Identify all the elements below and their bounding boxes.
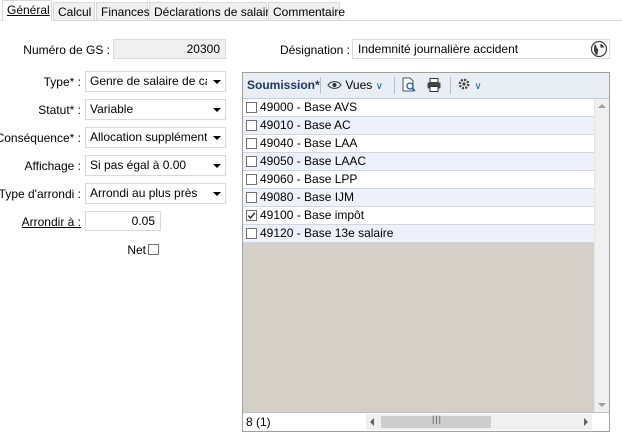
print-preview-icon — [402, 77, 416, 92]
list-item[interactable]: 49050 - Base LAAC — [243, 153, 595, 171]
tab-commentaire[interactable]: Commentaire — [268, 2, 345, 20]
item-checkbox[interactable] — [246, 210, 257, 221]
statut-select[interactable]: Variable — [85, 99, 226, 120]
print-button[interactable] — [426, 77, 442, 94]
toolbar-separator — [450, 77, 451, 94]
tab-calcul-label: Calcul — [58, 5, 92, 19]
list-item-label: 49000 - Base AVS — [260, 100, 358, 114]
list-item-label: 49120 - Base 13e salaire — [260, 226, 394, 240]
grip-icon: ||| — [432, 414, 443, 424]
settings-button[interactable]: ∨ — [457, 73, 482, 98]
soumission-list: 49000 - Base AVS 49010 - Base AC 49040 -… — [243, 99, 595, 243]
list-item[interactable]: 49100 - Base impôt — [243, 207, 595, 225]
chevron-down-icon — [213, 192, 221, 196]
tab-bar: Général Calcul Finances Déclarations de … — [0, 0, 622, 21]
chevron-down-icon: ∨ — [375, 81, 383, 92]
type-label: Type* : — [43, 75, 81, 89]
list-item-label: 49080 - Base IJM — [260, 190, 355, 204]
printer-icon — [427, 78, 441, 92]
item-checkbox[interactable] — [246, 120, 257, 131]
item-count: 8 (1) — [246, 415, 271, 429]
consequence-select-value: Allocation supplémentair — [90, 130, 207, 144]
list-item-label: 49100 - Base impôt — [260, 208, 365, 222]
type-select-value: Genre de salaire de calc — [90, 74, 207, 88]
vertical-scrollbar[interactable] — [594, 99, 609, 412]
checkmark-icon — [247, 212, 256, 220]
preview-button[interactable] — [401, 77, 417, 94]
toolbar-separator — [320, 77, 321, 94]
chevron-down-icon — [213, 80, 221, 84]
list-item-label: 49010 - Base AC — [260, 118, 351, 132]
statut-label: Statut* : — [38, 103, 81, 117]
item-checkbox[interactable] — [246, 174, 257, 185]
soumission-panel: Soumission* Vues ∨ ∨ 49000 - Base AVS 49… — [242, 72, 610, 432]
tab-general[interactable]: Général — [2, 0, 52, 21]
list-item-label: 49040 - Base LAA — [260, 136, 358, 150]
tab-finances-label: Finances — [101, 5, 150, 19]
arrondi-type-select-value: Arrondi au plus près — [90, 186, 198, 200]
arrondi-type-label: Type d'arrondi : — [0, 187, 81, 201]
affichage-label: Affichage : — [24, 159, 81, 173]
designation-label: Désignation : — [279, 43, 350, 57]
list-item[interactable]: 49010 - Base AC — [243, 117, 595, 135]
numero-label: Numéro de GS : — [23, 43, 110, 57]
list-item-label: 49050 - Base LAAC — [260, 154, 367, 168]
eye-icon — [327, 81, 342, 89]
scroll-up-icon[interactable] — [598, 104, 606, 108]
affichage-select-value: Si pas égal à 0.00 — [90, 158, 187, 172]
list-item[interactable]: 49060 - Base LPP — [243, 171, 595, 189]
arrondi-type-select[interactable]: Arrondi au plus près — [85, 183, 226, 204]
arrondir-input[interactable]: 0.05 — [85, 211, 161, 231]
item-checkbox[interactable] — [246, 138, 257, 149]
chevron-down-icon — [213, 164, 221, 168]
soumission-toolbar: Soumission* Vues ∨ ∨ — [243, 73, 609, 99]
gear-icon — [458, 78, 470, 90]
list-item-label: 49060 - Base LPP — [260, 172, 358, 186]
vues-button[interactable]: Vues ∨ — [327, 73, 383, 98]
horizontal-scrollbar[interactable]: ||| — [366, 414, 592, 430]
item-checkbox[interactable] — [246, 156, 257, 167]
consequence-select[interactable]: Allocation supplémentair — [85, 127, 226, 148]
soumission-title: Soumission* — [247, 78, 320, 92]
scroll-left-icon[interactable] — [370, 418, 374, 426]
toolbar-separator — [394, 77, 395, 94]
tab-declarations[interactable]: Déclarations de salaire — [149, 2, 276, 20]
item-checkbox[interactable] — [246, 228, 257, 239]
tab-commentaire-label: Commentaire — [273, 5, 346, 19]
chevron-down-icon — [213, 108, 221, 112]
net-checkbox[interactable] — [148, 244, 159, 255]
item-checkbox[interactable] — [246, 102, 257, 113]
list-item[interactable]: 49000 - Base AVS — [243, 99, 595, 117]
globe-icon[interactable] — [590, 40, 608, 58]
item-checkbox[interactable] — [246, 192, 257, 203]
numero-field: 20300 — [113, 39, 226, 59]
list-item[interactable]: 49120 - Base 13e salaire — [243, 225, 595, 243]
consequence-label: Conséquence* : — [0, 131, 81, 145]
arrondir-label: Arrondir à : — [21, 215, 81, 229]
tab-finances[interactable]: Finances — [96, 2, 150, 20]
status-bar: 8 (1) ||| — [243, 412, 609, 431]
statut-select-value: Variable — [90, 102, 134, 116]
vues-label: Vues — [345, 78, 373, 92]
tab-general-label: Général — [7, 3, 50, 17]
tab-declarations-label: Déclarations de salaire — [154, 5, 277, 19]
scroll-down-icon[interactable] — [598, 403, 606, 407]
type-select[interactable]: Genre de salaire de calc — [85, 71, 226, 92]
list-item[interactable]: 49040 - Base LAA — [243, 135, 595, 153]
scroll-thumb[interactable]: ||| — [381, 414, 491, 428]
affichage-select[interactable]: Si pas égal à 0.00 — [85, 155, 226, 176]
net-label: Net — [127, 243, 146, 257]
scroll-right-icon[interactable] — [584, 418, 588, 426]
chevron-down-icon — [213, 136, 221, 140]
chevron-down-icon: ∨ — [474, 81, 482, 92]
designation-input[interactable]: Indemnité journalière accident — [352, 39, 610, 59]
list-item[interactable]: 49080 - Base IJM — [243, 189, 595, 207]
tab-calcul[interactable]: Calcul — [53, 2, 95, 20]
